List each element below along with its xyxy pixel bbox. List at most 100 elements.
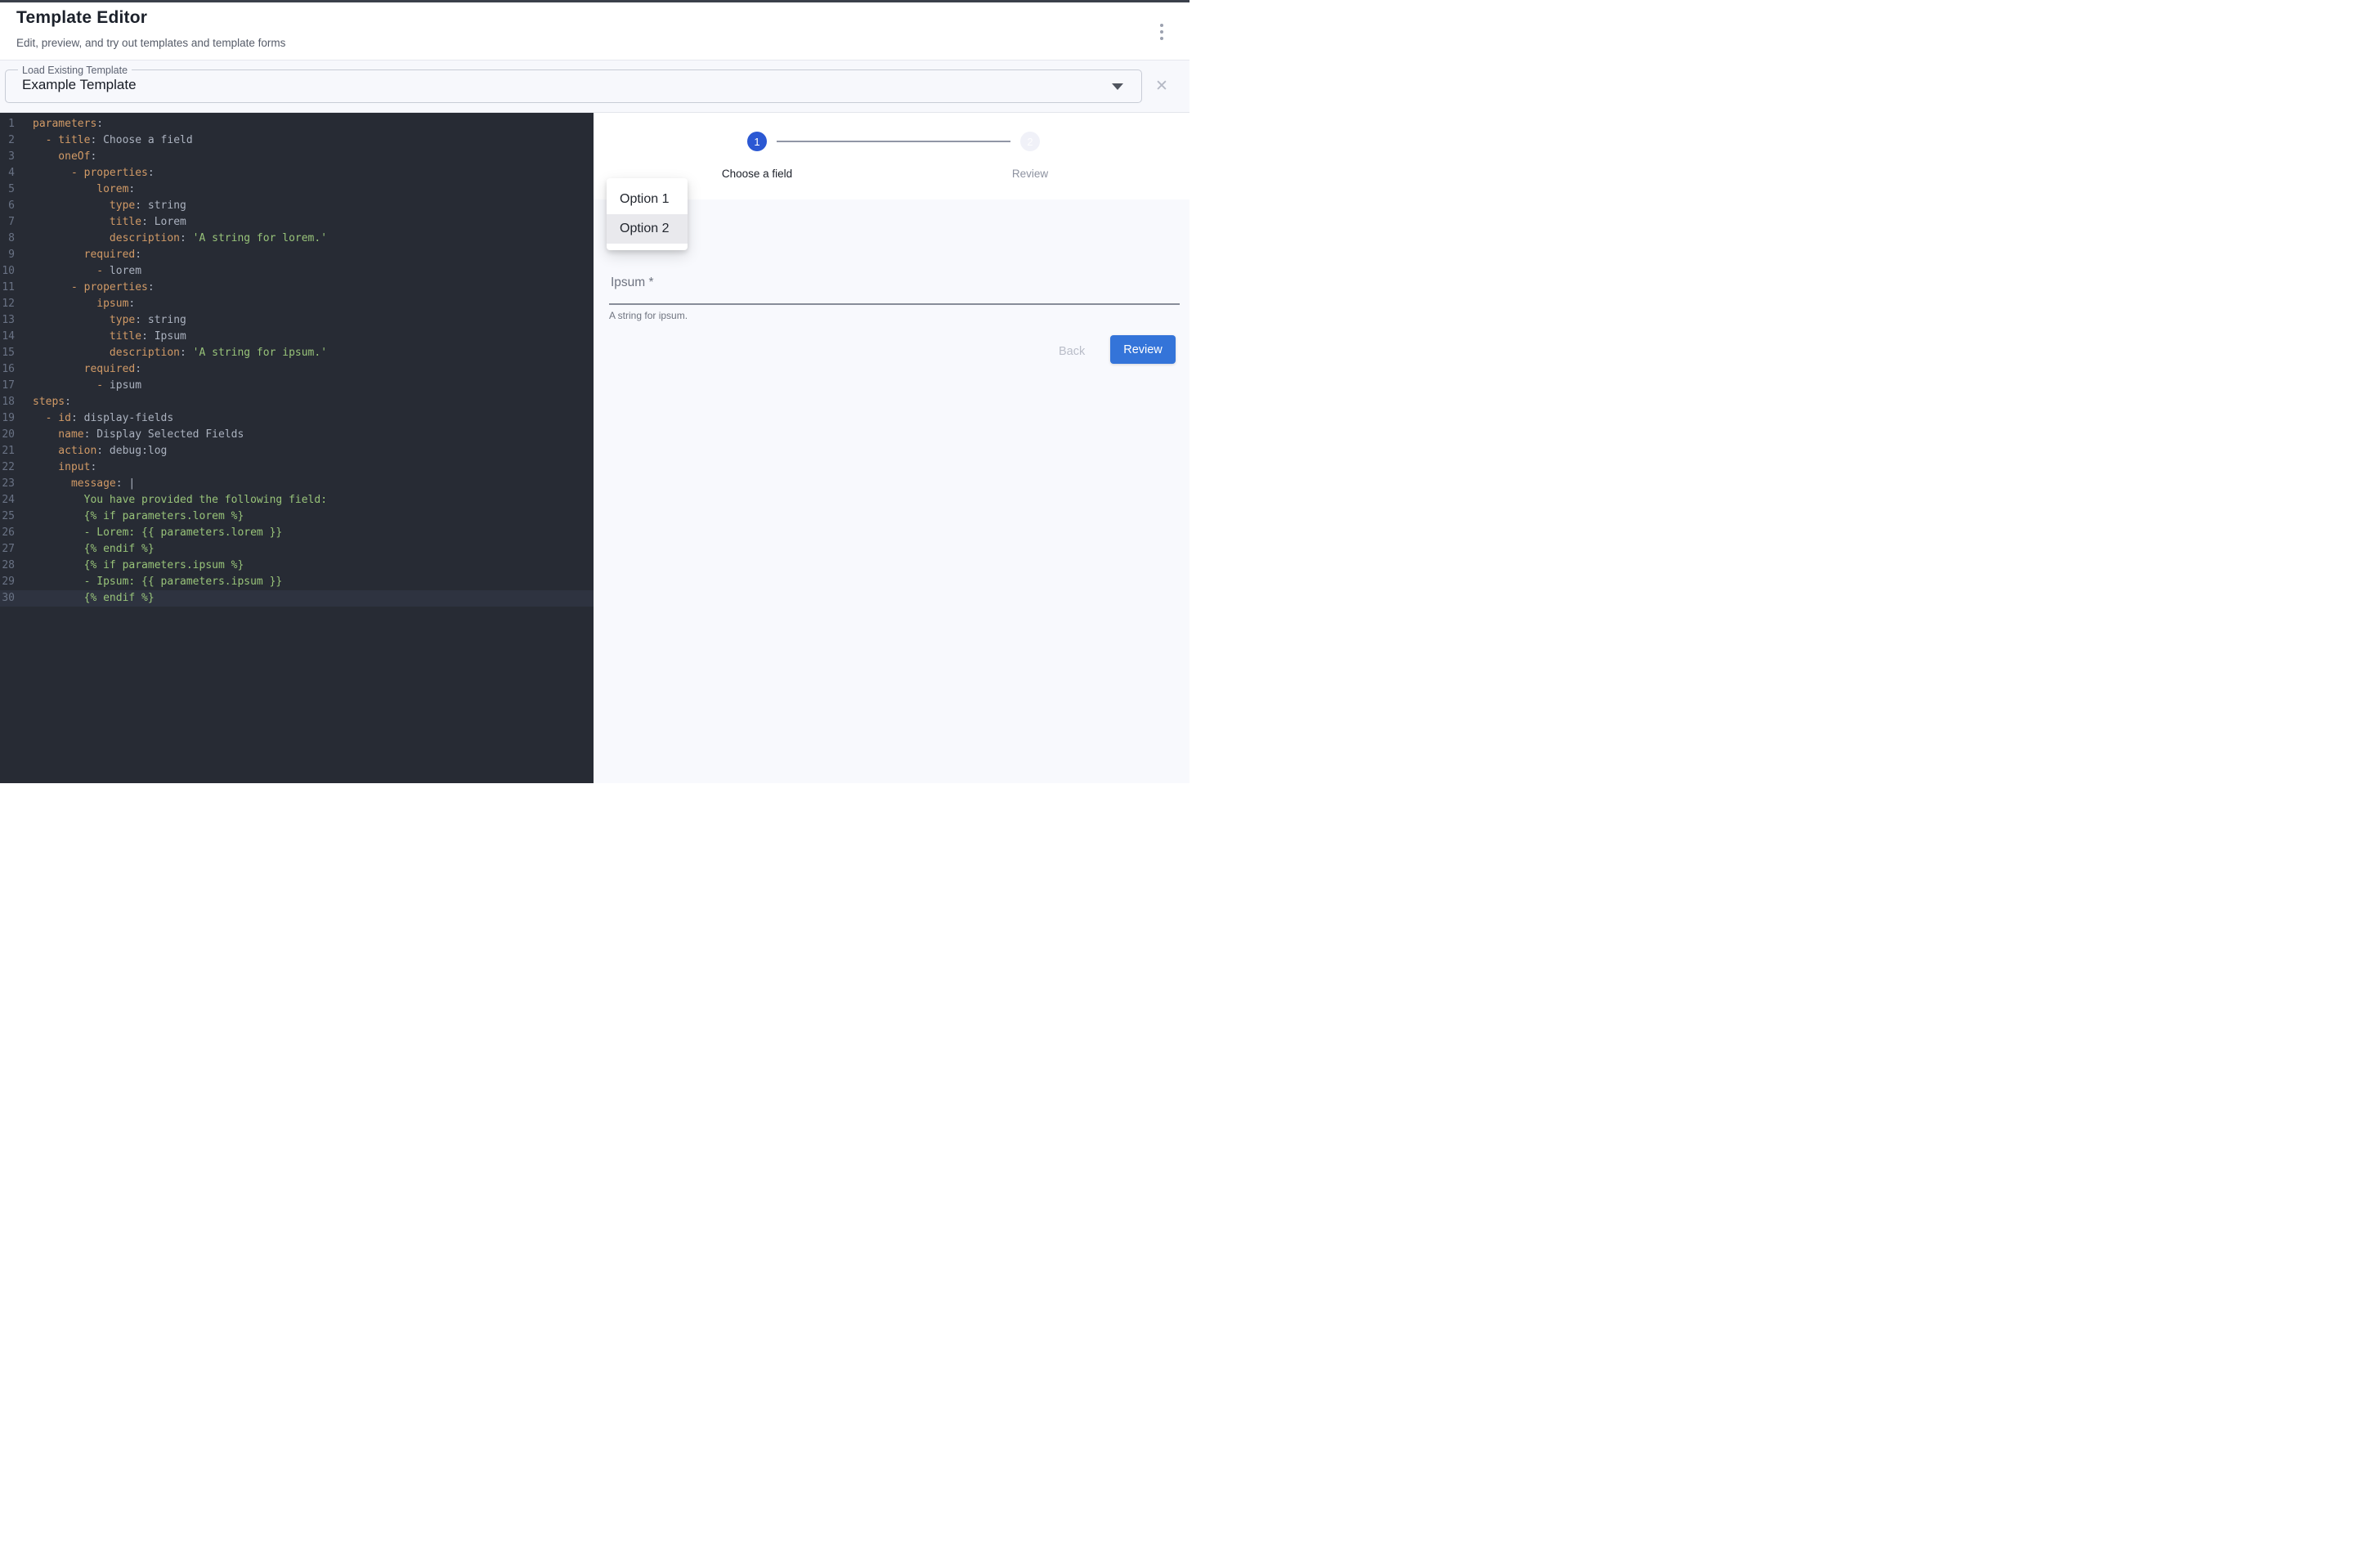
code-line: 9 required: [0, 247, 594, 263]
line-number: 29 [0, 574, 15, 590]
code-token: {% endif %} [33, 543, 155, 555]
back-button[interactable]: Back [1046, 337, 1098, 365]
form-preview-panel: 1 2 Choose a field Review Option 1Option… [594, 113, 1190, 783]
code-editor[interactable]: 1parameters:2 - title: Choose a field3 o… [0, 113, 594, 783]
code-token: {% if parameters.lorem %} [33, 510, 244, 522]
template-editor-page: Template Editor Edit, preview, and try o… [0, 0, 1190, 784]
code-token: - title [33, 134, 90, 146]
menu-option[interactable]: Option 1 [607, 185, 688, 214]
code-text: type: string [15, 312, 186, 329]
more-options-button[interactable] [1152, 17, 1172, 47]
line-number: 11 [0, 280, 15, 296]
code-token: - [33, 265, 103, 277]
review-button[interactable]: Review [1110, 335, 1176, 364]
options-dropdown-menu: Option 1Option 2 [607, 178, 688, 250]
code-text: action: debug:log [15, 443, 167, 459]
code-token: : debug:log [96, 445, 167, 457]
line-number: 23 [0, 476, 15, 492]
line-number: 16 [0, 361, 15, 378]
code-token: : Ipsum [141, 330, 186, 343]
caret-down-icon [1112, 83, 1123, 90]
code-token: : | [116, 477, 135, 490]
code-token: : [128, 183, 135, 195]
code-token: : Choose a field [90, 134, 192, 146]
line-number: 6 [0, 198, 15, 214]
code-token: description [33, 232, 180, 244]
code-token: action [33, 445, 96, 457]
template-select-label: Load Existing Template [18, 65, 132, 76]
line-number: 5 [0, 181, 15, 198]
code-token: type [33, 199, 135, 212]
code-text: {% endif %} [15, 541, 155, 558]
code-text: oneOf: [15, 149, 96, 165]
code-token: : [135, 363, 141, 375]
header: Template Editor Edit, preview, and try o… [0, 2, 1190, 60]
line-number: 21 [0, 443, 15, 459]
code-line: 23 message: | [0, 476, 594, 492]
code-token: - Ipsum: {{ parameters.ipsum }} [33, 576, 282, 588]
code-line: 25 {% if parameters.lorem %} [0, 508, 594, 525]
main-split: 1parameters:2 - title: Choose a field3 o… [0, 113, 1190, 783]
line-number: 2 [0, 132, 15, 149]
code-token: : [180, 347, 186, 359]
code-token: : Lorem [141, 216, 186, 228]
code-token: steps [33, 396, 65, 408]
template-select[interactable]: Load Existing Template Example Template [5, 69, 1142, 103]
code-token: lorem [103, 265, 141, 277]
line-number: 15 [0, 345, 15, 361]
code-line: 3 oneOf: [0, 149, 594, 165]
line-number: 18 [0, 394, 15, 410]
line-number: 19 [0, 410, 15, 427]
code-text: - Ipsum: {{ parameters.ipsum }} [15, 574, 282, 590]
code-text: You have provided the following field: [15, 492, 327, 508]
code-text: description: 'A string for lorem.' [15, 231, 327, 247]
code-line: 7 title: Lorem [0, 214, 594, 231]
code-line: 2 - title: Choose a field [0, 132, 594, 149]
code-token: lorem [33, 183, 128, 195]
code-line: 26 - Lorem: {{ parameters.lorem }} [0, 525, 594, 541]
code-token: description [33, 347, 180, 359]
code-line: 13 type: string [0, 312, 594, 329]
code-token: input [33, 461, 90, 473]
code-line: 18steps: [0, 394, 594, 410]
line-number: 8 [0, 231, 15, 247]
code-text: - properties: [15, 165, 155, 181]
line-number: 14 [0, 329, 15, 345]
ipsum-field-helper: A string for ipsum. [609, 310, 688, 321]
code-token: {% if parameters.ipsum %} [33, 559, 244, 571]
code-text: steps: [15, 394, 71, 410]
line-number: 12 [0, 296, 15, 312]
line-number: 28 [0, 558, 15, 574]
code-text: parameters: [15, 116, 103, 132]
code-text: ipsum: [15, 296, 135, 312]
line-number: 10 [0, 263, 15, 280]
line-number: 30 [0, 590, 15, 607]
code-token: 'A string for lorem.' [186, 232, 327, 244]
code-line: 10 - lorem [0, 263, 594, 280]
close-icon: ✕ [1155, 77, 1168, 96]
menu-option[interactable]: Option 2 [607, 214, 688, 244]
code-token: 'A string for ipsum.' [186, 347, 327, 359]
code-text: type: string [15, 198, 186, 214]
line-number: 27 [0, 541, 15, 558]
code-line: 20 name: Display Selected Fields [0, 427, 594, 443]
code-line: 19 - id: display-fields [0, 410, 594, 427]
code-text: {% endif %} [15, 590, 155, 607]
code-token: title [33, 216, 141, 228]
code-token: : [96, 118, 103, 130]
code-text: input: [15, 459, 96, 476]
ipsum-input[interactable] [609, 273, 1180, 304]
code-token: type [33, 314, 135, 326]
code-line: 29 - Ipsum: {{ parameters.ipsum }} [0, 574, 594, 590]
code-line: 16 required: [0, 361, 594, 378]
code-line: 4 - properties: [0, 165, 594, 181]
clear-template-button[interactable]: ✕ [1150, 74, 1173, 97]
code-text: lorem: [15, 181, 135, 198]
line-number: 26 [0, 525, 15, 541]
code-token: You have provided the following field: [33, 494, 327, 506]
code-line: 27 {% endif %} [0, 541, 594, 558]
code-token: : [148, 281, 155, 293]
step-2-indicator: 2 [1020, 132, 1040, 151]
code-text: description: 'A string for ipsum.' [15, 345, 327, 361]
code-text: name: Display Selected Fields [15, 427, 244, 443]
